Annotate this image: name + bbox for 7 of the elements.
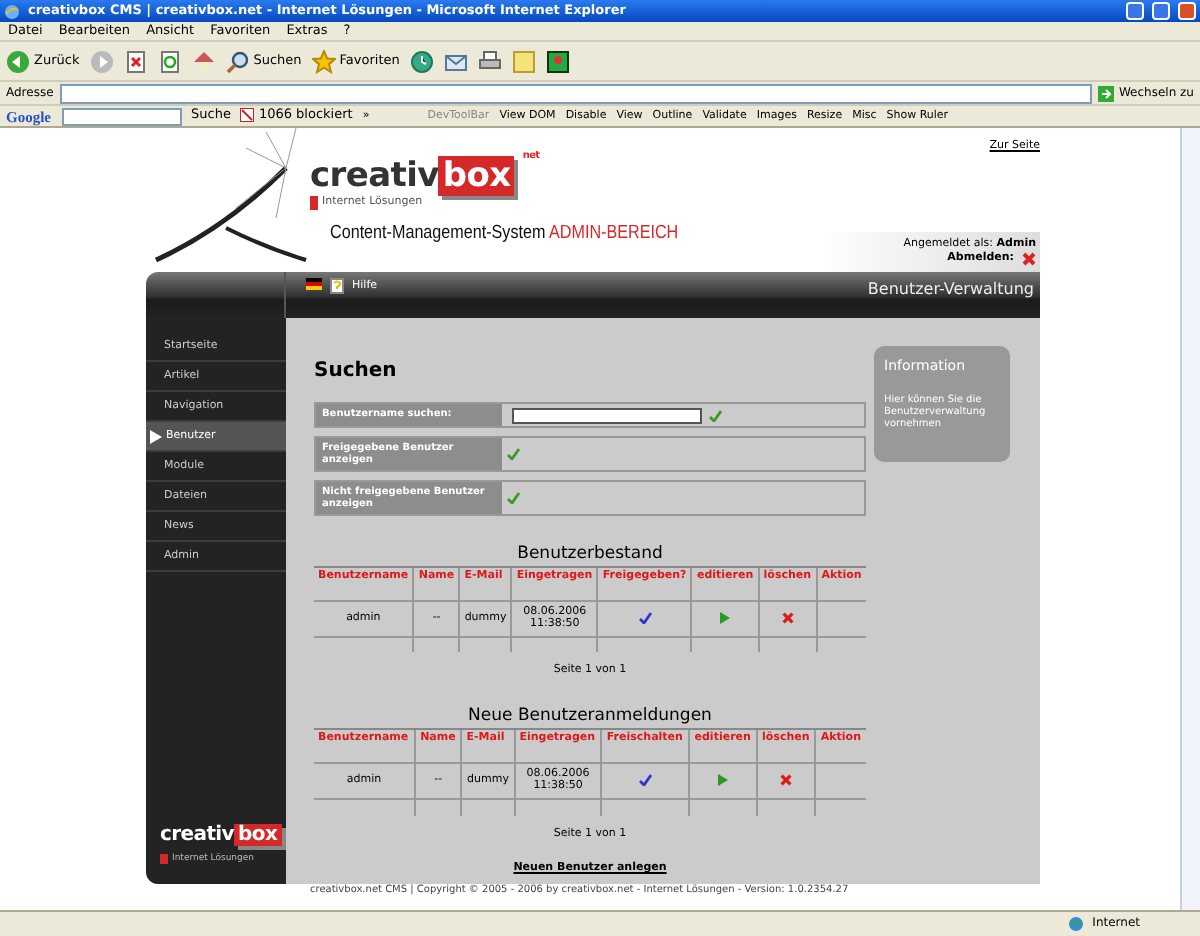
search-heading: Suchen	[314, 360, 399, 384]
table-title: Neue Benutzeranmeldungen	[466, 706, 714, 727]
sidebar-logo: creativ box	[160, 823, 282, 848]
table-title: Benutzerbestand	[515, 544, 665, 565]
cms-title: Content-Management-System ADMIN-BEREICH	[330, 221, 681, 245]
site-logo: creativ box $^{net}$	[310, 156, 540, 196]
section-title: Benutzer-Verwaltung	[865, 278, 1036, 302]
